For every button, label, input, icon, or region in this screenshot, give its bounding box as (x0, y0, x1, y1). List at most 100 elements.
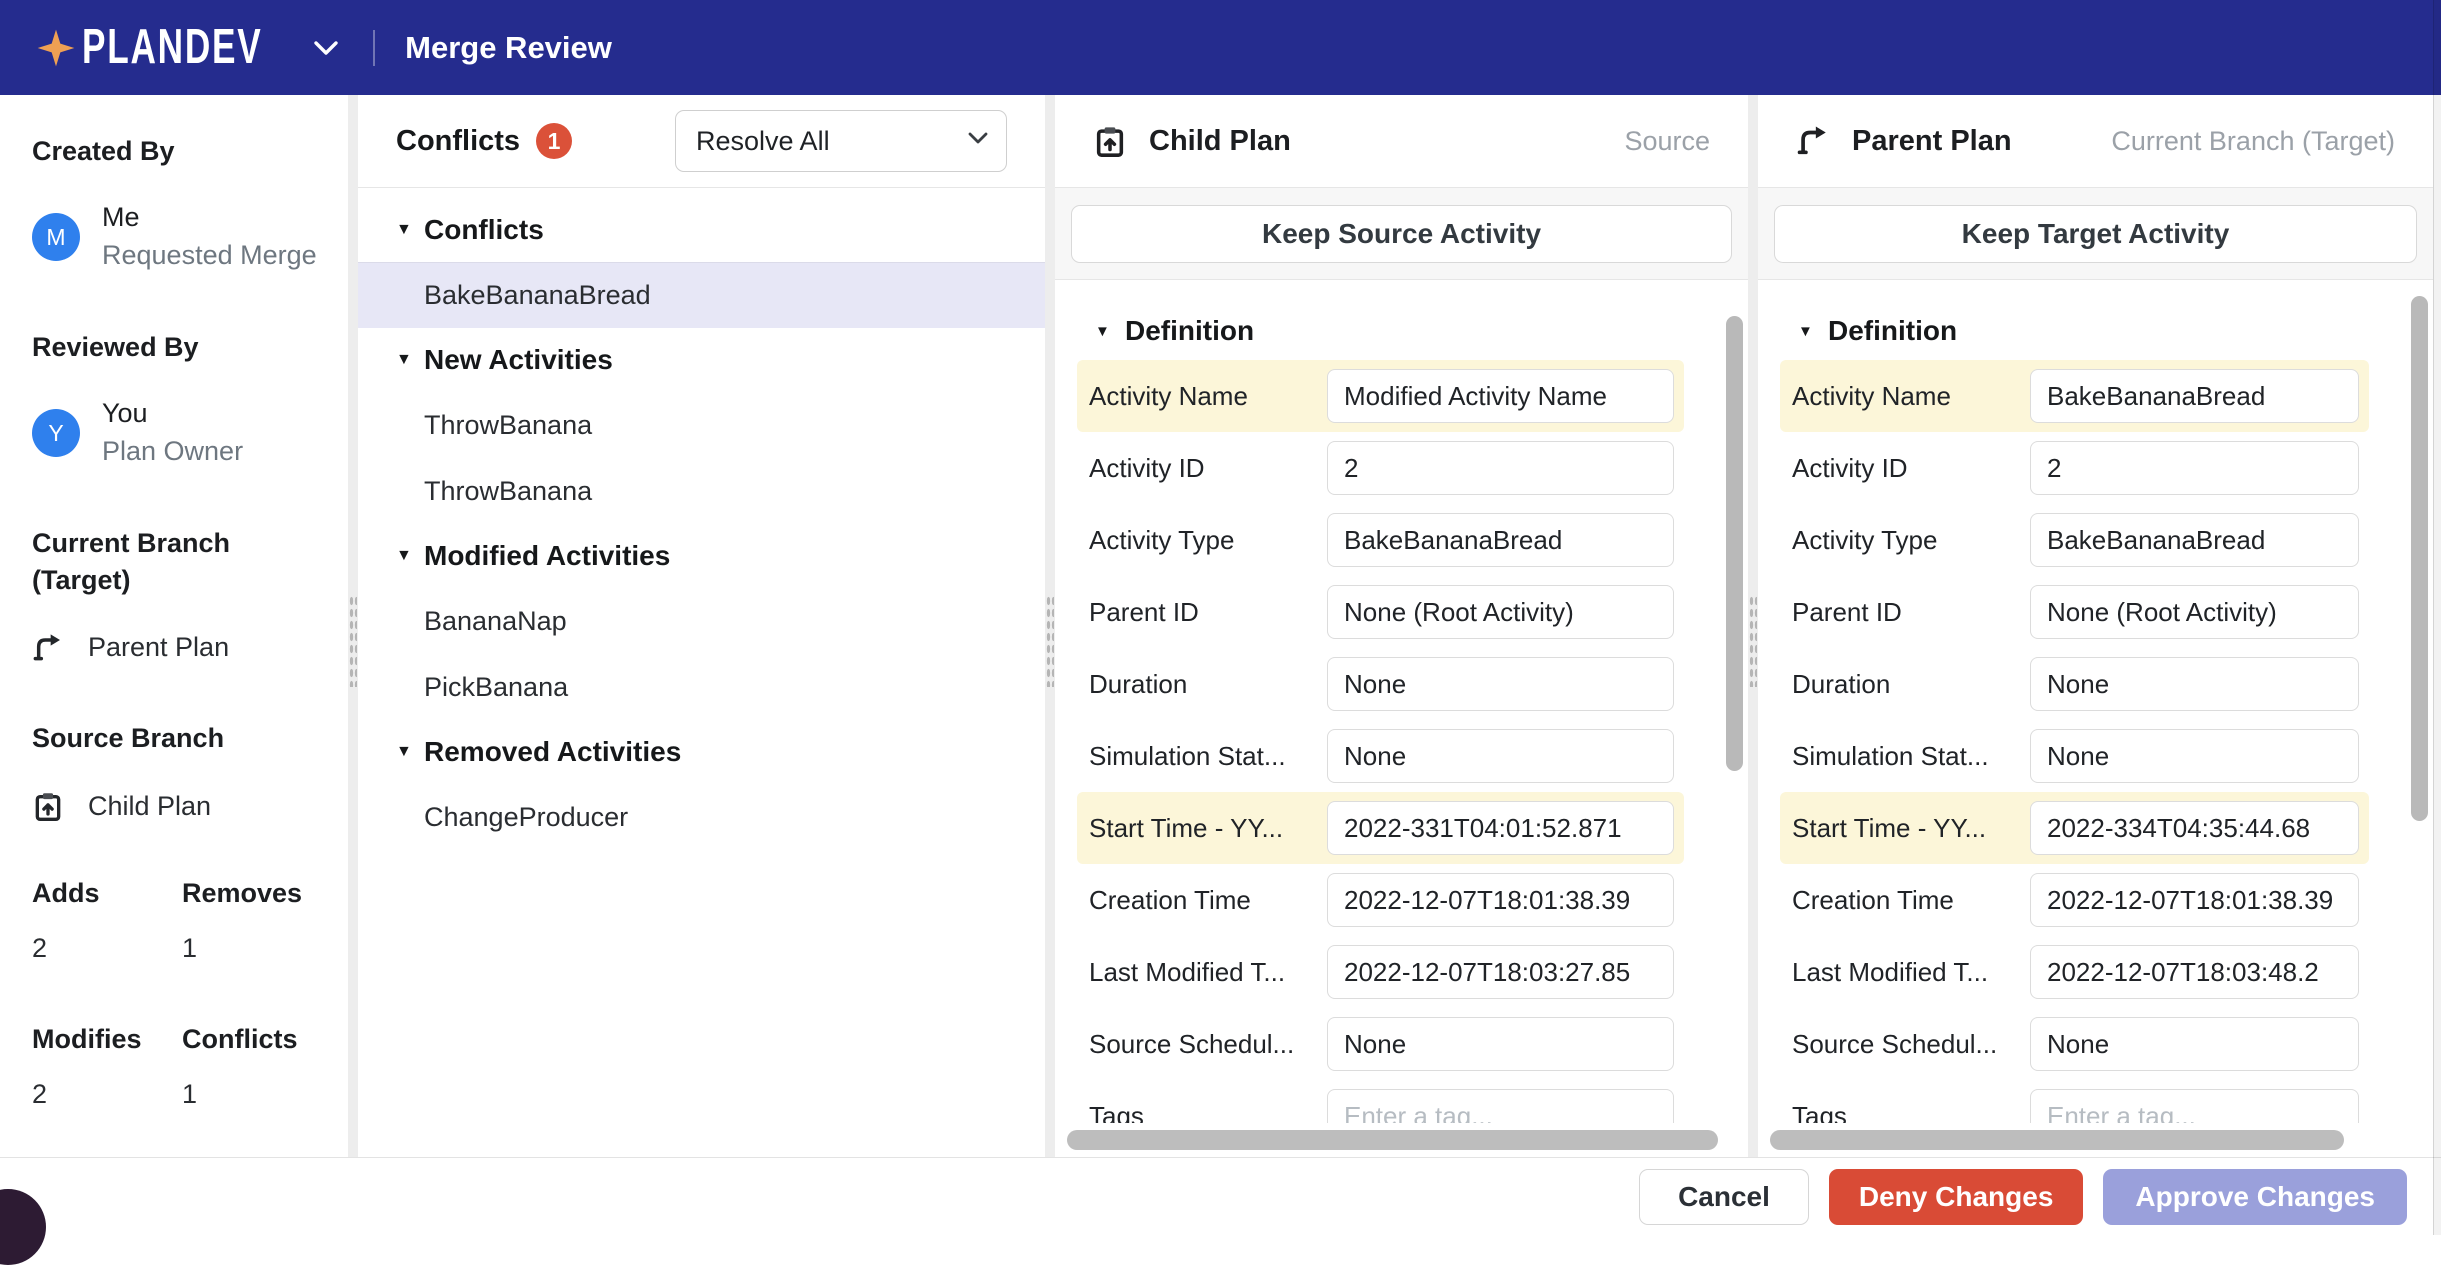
drag-handle-dots (1046, 595, 1054, 687)
field-row-source-scheduling: Source Schedul... (1780, 1008, 2369, 1080)
field-input[interactable] (2030, 369, 2359, 423)
tree-group-removed-activities[interactable]: ▼ Removed Activities (358, 720, 1045, 784)
tree-group-new-activities[interactable]: ▼ New Activities (358, 328, 1045, 392)
parent-plan-title: Parent Plan (1852, 124, 2012, 157)
tree-item[interactable]: ChangeProducer (358, 784, 1045, 850)
field-label: Simulation Stat... (1089, 740, 1286, 771)
field-input[interactable] (1327, 513, 1674, 567)
field-label: Activity Type (1089, 524, 1235, 555)
reviewer-role: Plan Owner (102, 436, 244, 467)
reviewer-row: Y You Plan Owner (32, 395, 324, 471)
field-row-activity-name: Activity Name (1780, 360, 2369, 432)
field-label: Activity Name (1792, 380, 1951, 411)
field-input[interactable] (1327, 945, 1674, 999)
parent-plan-fields: ▼ Definition Activity Name Activity ID A… (1758, 280, 2433, 1157)
cancel-button[interactable]: Cancel (1639, 1168, 1809, 1225)
window-scrollbar-rail[interactable] (2433, 0, 2441, 1235)
keep-source-activity-button[interactable]: Keep Source Activity (1071, 204, 1732, 263)
target-branch-label: Current Branch (Target) (2111, 125, 2395, 156)
field-input[interactable] (2030, 729, 2359, 783)
drag-handle-dots (349, 595, 357, 687)
child-plan-panel: Child Plan Source Keep Source Activity ▼… (1055, 95, 1748, 1157)
collapse-triangle-icon: ▼ (396, 743, 412, 760)
field-input[interactable] (2030, 513, 2359, 567)
chevron-down-icon[interactable] (313, 40, 339, 56)
field-input[interactable] (2030, 657, 2359, 711)
tree-item[interactable]: ThrowBanana (358, 458, 1045, 524)
field-label: Creation Time (1089, 884, 1251, 915)
review-action-footer: Cancel Deny Changes Approve Changes (0, 1157, 2441, 1235)
field-input[interactable] (2030, 1017, 2359, 1071)
collapse-triangle-icon: ▼ (396, 221, 412, 238)
tree-item[interactable]: ThrowBanana (358, 392, 1045, 458)
field-row-activity-id: Activity ID (1077, 432, 1684, 504)
current-branch-row: Parent Plan (32, 632, 324, 664)
child-plan-header: Child Plan Source (1055, 95, 1748, 188)
tree-item[interactable]: BananaNap (358, 588, 1045, 654)
field-label: Activity Type (1792, 524, 1938, 555)
field-row-activity-type: Activity Type (1077, 504, 1684, 576)
field-input[interactable] (1327, 1017, 1674, 1071)
creator-role: Requested Merge (102, 240, 317, 271)
current-branch-heading: Current Branch (Target) (32, 528, 231, 595)
child-plan-title: Child Plan (1149, 124, 1291, 157)
horizontal-scrollbar[interactable] (1055, 1123, 1748, 1157)
field-input[interactable] (2030, 441, 2359, 495)
vertical-scrollbar-thumb[interactable] (1726, 316, 1743, 771)
panel-resize-gutter[interactable] (1748, 95, 1758, 1157)
stat-adds: Adds 2 (32, 878, 100, 964)
horizontal-scrollbar[interactable] (1758, 1123, 2433, 1157)
field-input[interactable] (2030, 585, 2359, 639)
tree-group-conflicts[interactable]: ▼ Conflicts (358, 198, 1045, 262)
panel-resize-gutter[interactable] (348, 95, 358, 1157)
field-row-activity-id: Activity ID (1780, 432, 2369, 504)
collapse-triangle-icon: ▼ (396, 351, 412, 368)
tree-item-selected[interactable]: BakeBananaBread (358, 262, 1045, 328)
creator-row: M Me Requested Merge (32, 199, 324, 275)
source-branch-row: Child Plan (32, 790, 324, 822)
collapse-triangle-icon: ▼ (1095, 322, 1110, 340)
field-row-parent-id: Parent ID (1780, 576, 2369, 648)
source-branch-heading: Source Branch (32, 722, 225, 753)
field-input[interactable] (1327, 369, 1674, 423)
child-plan-fields: ▼ Definition Activity Name Activity ID A… (1055, 280, 1748, 1157)
conflicts-panel-header: Conflicts 1 Resolve All (358, 95, 1045, 188)
approve-changes-button[interactable]: Approve Changes (2103, 1168, 2407, 1225)
tree-group-modified-activities[interactable]: ▼ Modified Activities (358, 524, 1045, 588)
vertical-scrollbar-thumb[interactable] (2411, 296, 2428, 821)
field-input[interactable] (1327, 441, 1674, 495)
field-input[interactable] (1327, 873, 1674, 927)
sparkle-logo-icon (37, 29, 75, 66)
field-label: Source Schedul... (1792, 1028, 1998, 1059)
definition-section-header[interactable]: ▼ Definition (1758, 302, 2433, 360)
topbar: PLANDEV Merge Review (0, 0, 2441, 95)
resolve-all-select[interactable]: Resolve All (675, 110, 1007, 172)
definition-section-header[interactable]: ▼ Definition (1055, 302, 1748, 360)
app-logo[interactable]: PLANDEV (36, 20, 339, 74)
conflicts-heading: Conflicts (396, 124, 521, 157)
reviewer-name: You (102, 398, 148, 429)
topbar-divider (373, 29, 376, 66)
collapse-triangle-icon: ▼ (396, 547, 412, 564)
field-input[interactable] (2030, 801, 2359, 855)
plan-clipboard-icon (35, 793, 61, 822)
stat-conflicts: Conflicts 1 (182, 1024, 298, 1110)
field-input[interactable] (1327, 657, 1674, 711)
panel-resize-gutter[interactable] (1045, 95, 1055, 1157)
field-input[interactable] (1327, 801, 1674, 855)
field-input[interactable] (1327, 585, 1674, 639)
horizontal-scrollbar-thumb[interactable] (1770, 1130, 2344, 1150)
drag-handle-dots (1749, 595, 1757, 687)
field-row-last-modified: Last Modified T... (1077, 936, 1684, 1008)
field-label: Parent ID (1792, 596, 1902, 627)
deny-changes-button[interactable]: Deny Changes (1828, 1168, 2084, 1225)
keep-target-activity-button[interactable]: Keep Target Activity (1774, 204, 2417, 263)
field-label: Duration (1089, 668, 1188, 699)
plan-clipboard-icon (1096, 127, 1124, 157)
field-input[interactable] (1327, 729, 1674, 783)
field-input[interactable] (2030, 873, 2359, 927)
field-row-creation-time: Creation Time (1077, 864, 1684, 936)
field-input[interactable] (2030, 945, 2359, 999)
horizontal-scrollbar-thumb[interactable] (1067, 1130, 1719, 1150)
tree-item[interactable]: PickBanana (358, 654, 1045, 720)
